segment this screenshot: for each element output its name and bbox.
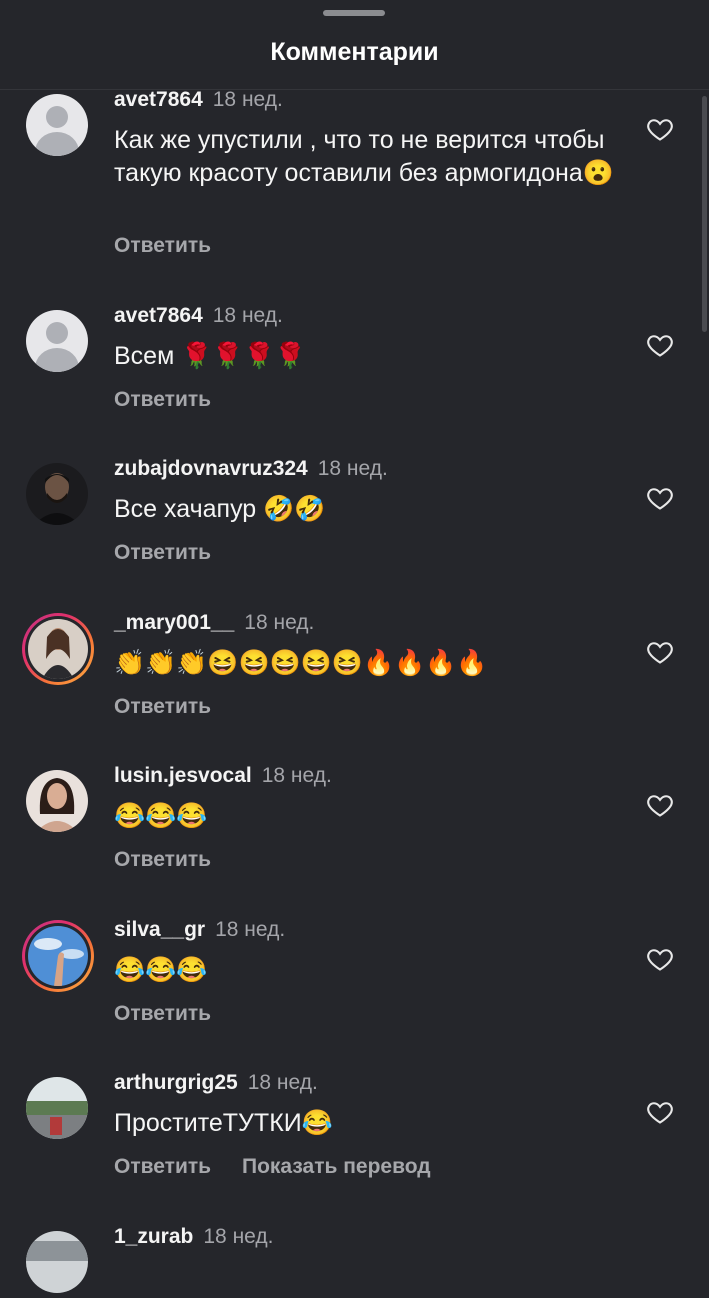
reply-button[interactable]: Ответить xyxy=(114,1155,211,1179)
heart-outline-icon[interactable] xyxy=(646,945,674,973)
comment-time: 18 нед. xyxy=(203,1225,274,1248)
comment-text: ПроститеТУТКИ😂 xyxy=(114,1109,333,1137)
avatar[interactable] xyxy=(26,310,90,374)
comment-time: 18 нед. xyxy=(215,918,286,941)
comment-meta: silva__gr 18 нед. xyxy=(114,918,285,942)
default-avatar-icon xyxy=(26,310,88,372)
comment-time: 18 нед. xyxy=(212,304,283,327)
reply-button[interactable]: Ответить xyxy=(114,388,211,412)
avatar[interactable] xyxy=(26,1231,90,1295)
comment-username[interactable]: _mary001__ xyxy=(114,611,234,634)
story-ring xyxy=(22,613,94,685)
reply-button[interactable]: Ответить xyxy=(114,1002,211,1026)
reply-button[interactable]: Ответить xyxy=(114,695,211,719)
comment-text: 😂😂😂 xyxy=(114,956,208,984)
comment-meta: zubajdovnavruz324 18 нед. xyxy=(114,457,388,481)
user-photo-avatar xyxy=(26,463,88,525)
comment-username[interactable]: lusin.jesvocal xyxy=(114,764,252,787)
reply-button[interactable]: Ответить xyxy=(114,541,211,565)
comment-text: 👏👏👏😆😆😆😆😆🔥🔥🔥🔥 xyxy=(114,649,488,677)
comment-time: 18 нед. xyxy=(244,611,315,634)
default-avatar-icon xyxy=(26,94,88,156)
comment-username[interactable]: arthurgrig25 xyxy=(114,1071,238,1094)
comment-meta: avet7864 18 нед. xyxy=(114,304,283,328)
comment-meta: avet7864 18 нед. xyxy=(114,88,283,112)
comments-list: avet7864 18 нед. Как же упустили , что то… xyxy=(0,0,709,1293)
comment-text: Все хачапур 🤣🤣 xyxy=(114,495,326,523)
user-photo-avatar xyxy=(26,1077,88,1139)
comment-username[interactable]: avet7864 xyxy=(114,88,203,111)
comment-time: 18 нед. xyxy=(261,764,332,787)
avatar[interactable] xyxy=(26,94,90,158)
comment-time: 18 нед. xyxy=(247,1071,318,1094)
avatar[interactable] xyxy=(25,923,91,989)
comment-time: 18 нед. xyxy=(212,88,283,111)
user-photo-avatar xyxy=(28,926,88,986)
story-ring xyxy=(22,920,94,992)
comment-meta: arthurgrig25 18 нед. xyxy=(114,1071,318,1095)
comment-username[interactable]: silva__gr xyxy=(114,918,205,941)
heart-outline-icon[interactable] xyxy=(646,1098,674,1126)
heart-outline-icon[interactable] xyxy=(646,484,674,512)
comment-meta: _mary001__ 18 нед. xyxy=(114,611,314,635)
comment-username[interactable]: avet7864 xyxy=(114,304,203,327)
avatar[interactable] xyxy=(26,463,90,527)
heart-outline-icon[interactable] xyxy=(646,115,674,143)
reply-button[interactable]: Ответить xyxy=(114,234,211,258)
comment-text: Как же упустили , что то не верится чтоб… xyxy=(114,126,614,187)
comment-username[interactable]: zubajdovnavruz324 xyxy=(114,457,308,480)
user-photo-avatar xyxy=(26,1231,88,1293)
comment-time: 18 нед. xyxy=(317,457,388,480)
comment-meta: lusin.jesvocal 18 нед. xyxy=(114,764,332,788)
comment-meta: 1_zurab 18 нед. xyxy=(114,1225,273,1249)
avatar[interactable] xyxy=(26,1077,90,1141)
reply-button[interactable]: Ответить xyxy=(114,848,211,872)
avatar[interactable] xyxy=(25,616,91,682)
heart-outline-icon[interactable] xyxy=(646,331,674,359)
comment-text: Всем 🌹🌹🌹🌹 xyxy=(114,342,306,370)
user-photo-avatar xyxy=(26,770,88,832)
avatar[interactable] xyxy=(26,770,90,834)
user-photo-avatar xyxy=(28,619,88,679)
comment-text: 😂😂😂 xyxy=(114,802,208,830)
heart-outline-icon[interactable] xyxy=(646,638,674,666)
comment-username[interactable]: 1_zurab xyxy=(114,1225,193,1248)
heart-outline-icon[interactable] xyxy=(646,791,674,819)
show-translation-button[interactable]: Показать перевод xyxy=(242,1155,431,1179)
